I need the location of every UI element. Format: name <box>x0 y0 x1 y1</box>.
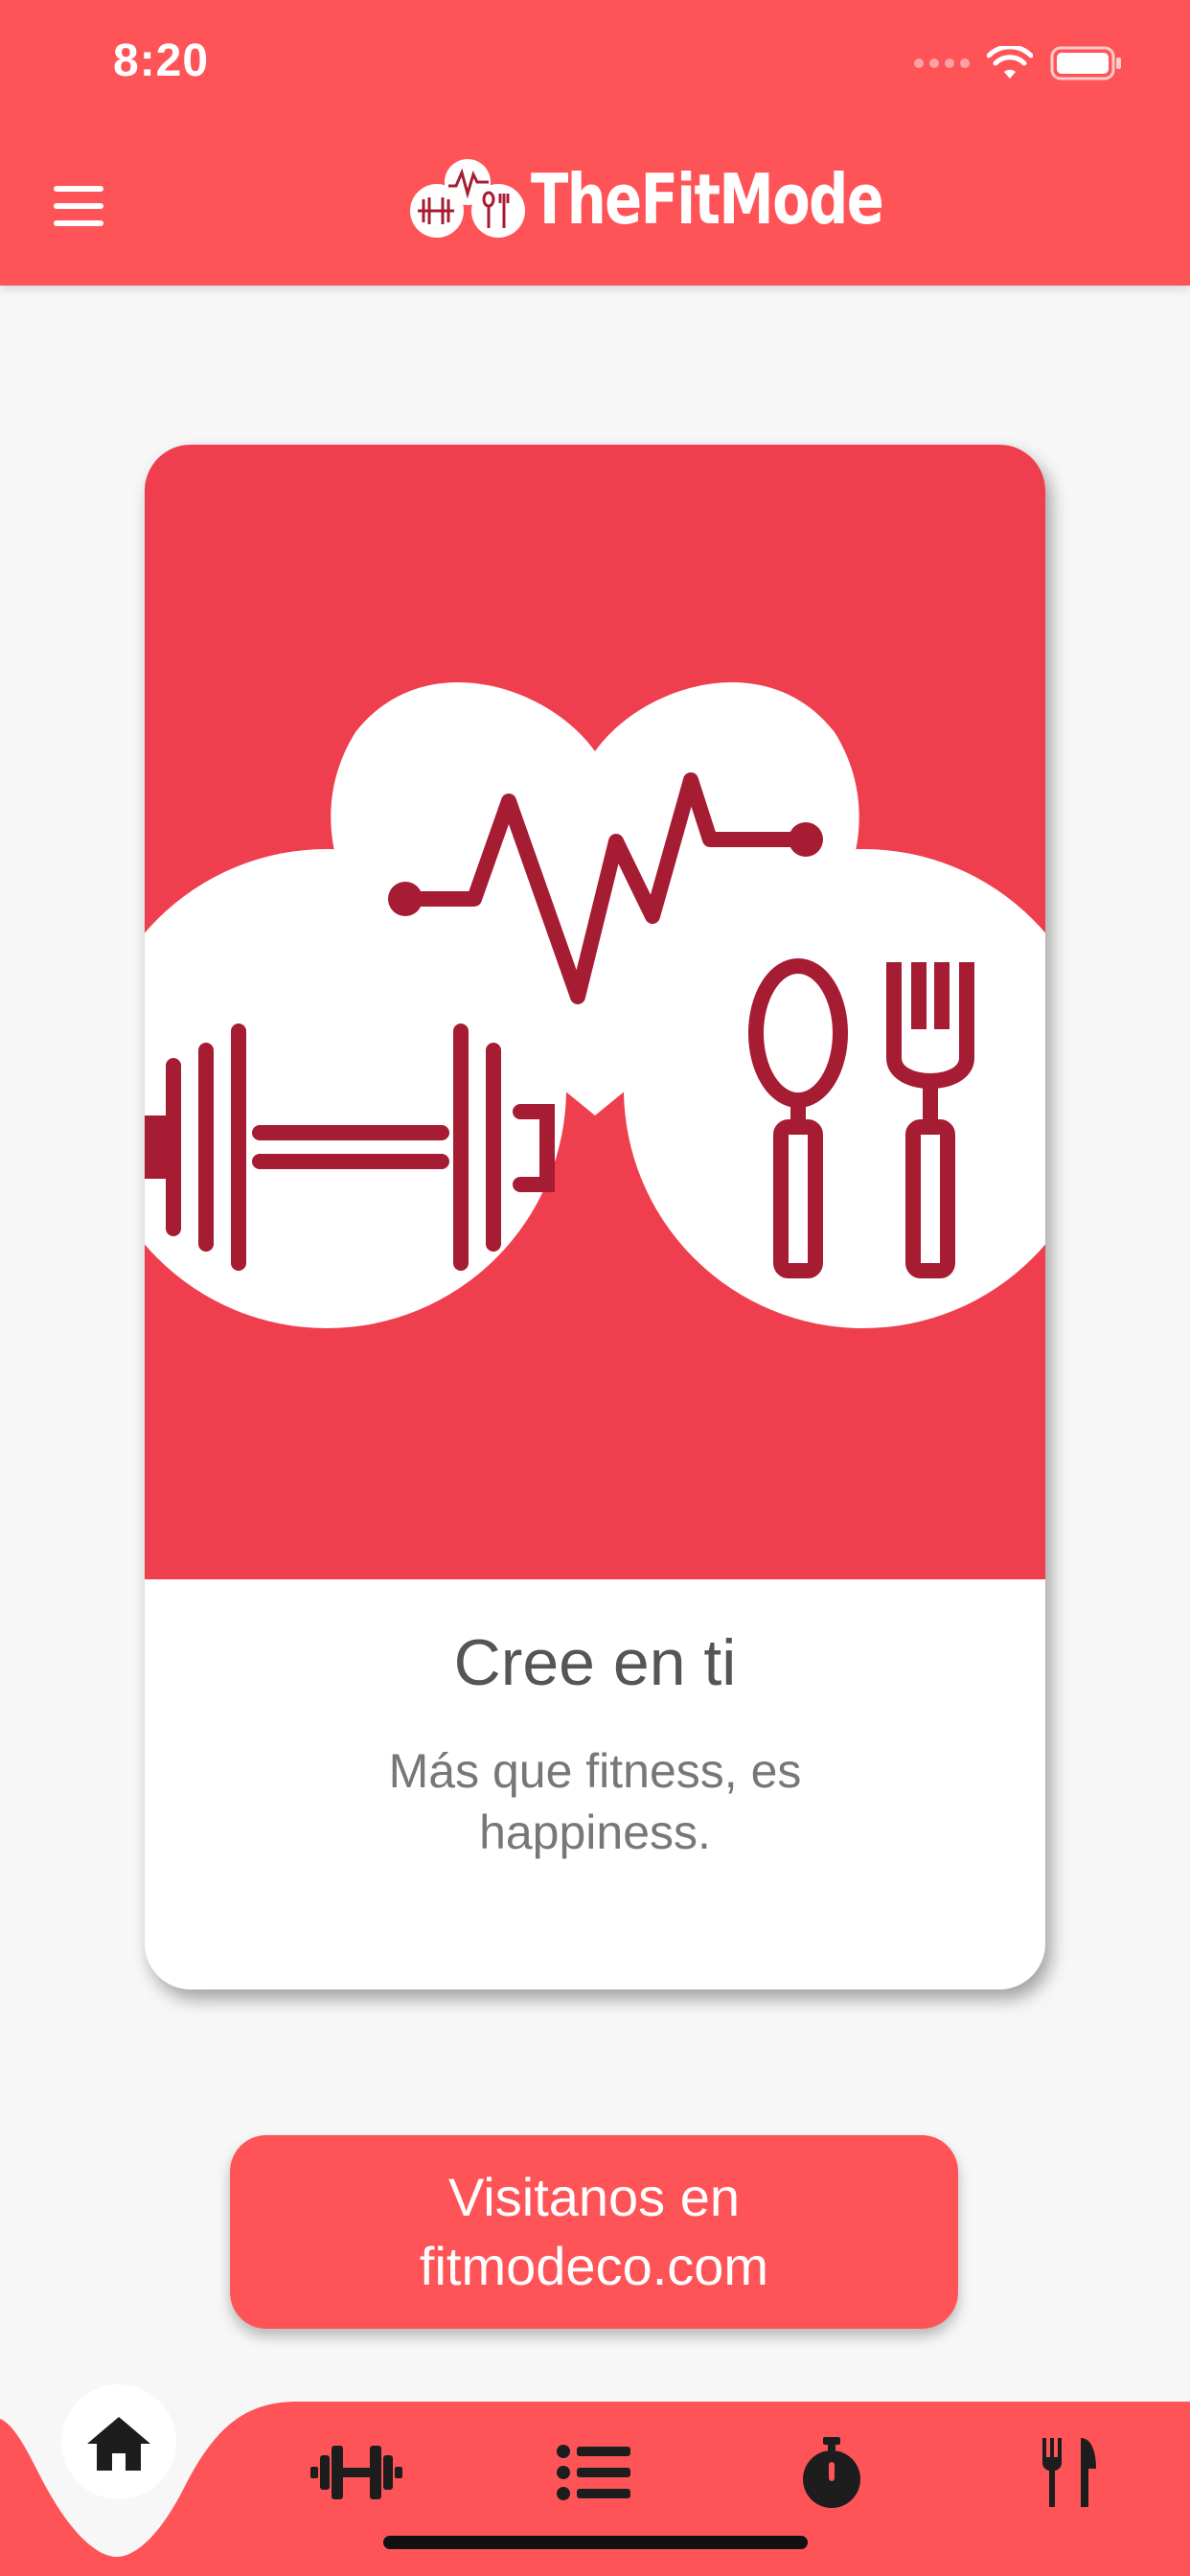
card-subtitle: Más que fitness, es happiness. <box>388 1744 802 1859</box>
utensils-icon <box>1042 2438 1096 2507</box>
nav-workouts[interactable] <box>299 2415 414 2530</box>
visit-website-label: Visitanos en fitmodeco.com <box>419 2167 769 2296</box>
dumbbell-icon <box>310 2446 402 2499</box>
status-icons <box>914 44 1123 82</box>
nav-timer[interactable] <box>774 2415 889 2530</box>
status-time: 8:20 <box>113 35 210 86</box>
stopwatch-icon <box>803 2437 860 2508</box>
signal-icon <box>914 58 970 68</box>
card-title: Cree en ti <box>453 1626 737 1699</box>
home-icon <box>87 2417 150 2471</box>
menu-button[interactable] <box>50 180 107 232</box>
card-illustration <box>145 445 1045 1579</box>
brand-name: TheFitMode <box>531 159 884 240</box>
battery-icon <box>1050 46 1121 80</box>
visit-website-button[interactable]: Visitanos en fitmodeco.com <box>230 2135 958 2329</box>
nav-list[interactable] <box>537 2415 652 2530</box>
list-icon <box>557 2445 630 2500</box>
nav-home[interactable] <box>61 2386 176 2501</box>
app-header: 8:20 TheFitMode <box>0 0 1190 286</box>
motivation-card: Cree en ti Más que fitness, es happiness… <box>145 445 1045 1990</box>
fitness-logo-icon <box>145 681 1045 1328</box>
brand-mark-icon <box>410 159 525 238</box>
brand-logo: TheFitMode <box>410 153 971 245</box>
wifi-icon <box>987 46 1033 79</box>
home-indicator <box>383 2536 808 2549</box>
nav-nutrition[interactable] <box>1012 2415 1127 2530</box>
